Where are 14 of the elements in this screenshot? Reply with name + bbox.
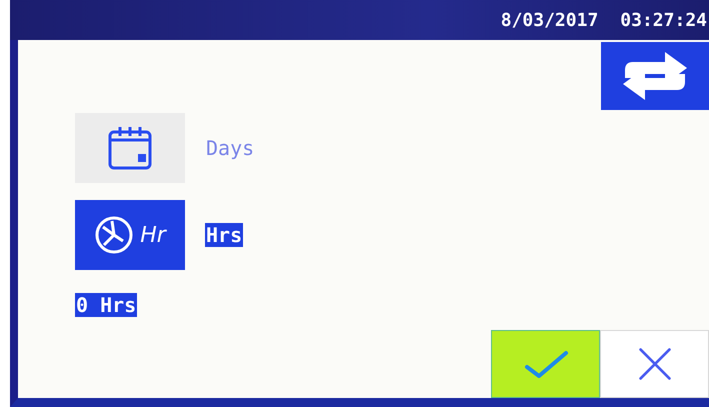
hours-button[interactable]: Hr	[75, 200, 185, 270]
time-text: 03:27:24	[620, 10, 707, 30]
check-icon	[522, 349, 568, 379]
value-text: 0 Hrs	[75, 293, 138, 317]
calendar-icon	[108, 126, 152, 170]
cancel-button[interactable]	[600, 330, 709, 398]
unit-label: Hrs	[205, 223, 244, 247]
date-text: 8/03/2017	[500, 10, 598, 30]
days-button[interactable]	[75, 113, 185, 183]
clock-icon	[94, 215, 134, 255]
swap-button[interactable]	[601, 42, 709, 110]
close-icon	[636, 346, 672, 382]
confirm-button[interactable]	[491, 330, 600, 398]
unit-label: Days	[205, 136, 256, 160]
